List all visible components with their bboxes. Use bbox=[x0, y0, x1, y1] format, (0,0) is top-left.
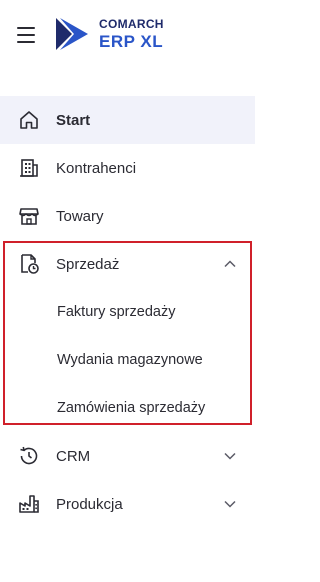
sidebar-subitem-label: Zamówienia sprzedaży bbox=[57, 400, 206, 416]
sidebar-item-label: Towary bbox=[56, 207, 104, 225]
logo-brand: COMARCH bbox=[99, 17, 164, 31]
sidebar-item-label: Kontrahenci bbox=[56, 159, 137, 177]
sidebar-item-crm[interactable]: CRM bbox=[0, 432, 255, 480]
sidebar-item-label: CRM bbox=[56, 447, 91, 465]
chevron-up-icon[interactable] bbox=[223, 257, 237, 271]
sidebar-subitem-wydania-magazynowe[interactable]: Wydania magazynowe bbox=[0, 336, 255, 384]
sidebar-item-label: Produkcja bbox=[56, 495, 123, 513]
sidebar-subitem-label: Faktury sprzedaży bbox=[57, 304, 176, 320]
chevron-down-icon[interactable] bbox=[223, 449, 237, 463]
sidebar-item-start[interactable]: Start bbox=[0, 96, 255, 144]
sidebar-item-label: Sprzedaż bbox=[56, 255, 120, 273]
sidebar-subitem-faktury-sprzedazy[interactable]: Faktury sprzedaży bbox=[0, 288, 255, 336]
sidebar-subitem-label: Wydania magazynowe bbox=[57, 352, 203, 368]
comarch-logo: COMARCH ERP XL bbox=[54, 16, 184, 56]
sidebar-item-kontrahenci[interactable]: Kontrahenci bbox=[0, 144, 255, 192]
sidebar-subitem-zamowienia-sprzedazy[interactable]: Zamówienia sprzedaży bbox=[0, 384, 255, 432]
history-icon bbox=[20, 446, 38, 465]
sidebar-nav: Start Kontrahenci Towary Sprzedaż Faktur… bbox=[0, 96, 255, 528]
factory-icon bbox=[19, 495, 39, 513]
building-icon bbox=[20, 159, 38, 177]
sidebar-item-sprzedaz[interactable]: Sprzedaż bbox=[0, 240, 255, 288]
comarch-logo-icon bbox=[56, 18, 88, 50]
logo-product: ERP XL bbox=[99, 32, 164, 51]
app-header: COMARCH ERP XL bbox=[0, 0, 255, 70]
sidebar-item-towary[interactable]: Towary bbox=[0, 192, 255, 240]
sales-document-icon bbox=[21, 254, 39, 274]
store-icon bbox=[19, 208, 39, 225]
home-icon bbox=[20, 111, 38, 129]
menu-icon[interactable] bbox=[17, 27, 39, 43]
sidebar-item-label: Start bbox=[56, 111, 91, 129]
chevron-down-icon[interactable] bbox=[223, 497, 237, 511]
sidebar-item-produkcja[interactable]: Produkcja bbox=[0, 480, 255, 528]
